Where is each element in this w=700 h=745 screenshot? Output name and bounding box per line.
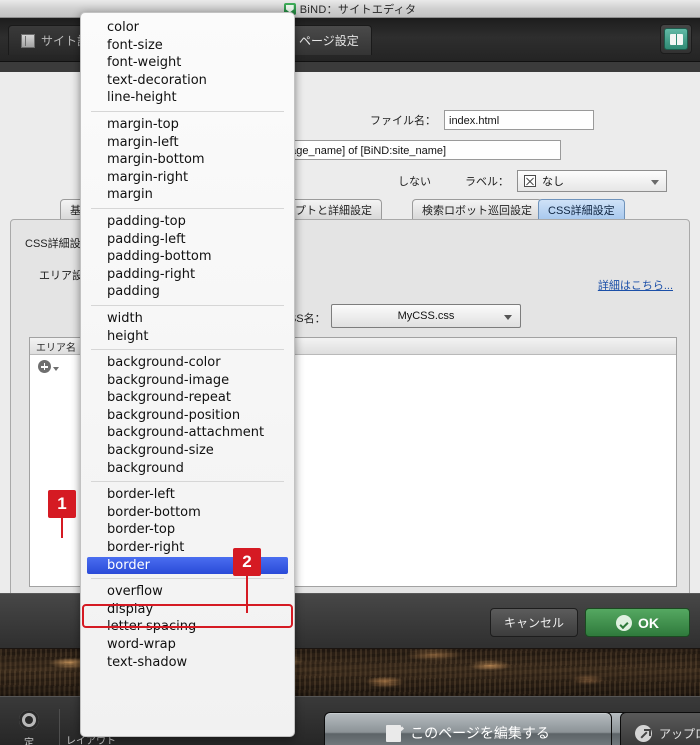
file-name-row: ファイル名： index.html [370,110,594,130]
label-field-label: ラベル： [465,176,509,188]
shared-css-value: MyCSS.css [397,310,455,322]
page-title-input[interactable]: [page_name] of [BiND:site_name] [276,140,561,160]
subtab-robot-label: 検索ロボット巡回設定 [422,204,532,217]
menu-item-border-right[interactable]: border-right [81,539,294,557]
menu-item-padding-left[interactable]: padding-left [81,231,294,249]
upload-icon [635,724,652,742]
callout-2: 2 [233,548,261,576]
detail-link[interactable]: 詳細はこちら... [598,277,673,293]
subtab-css-label: CSS詳細設定 [548,204,615,217]
menu-item-font-size[interactable]: font-size [81,37,294,55]
menu-item-background-image[interactable]: background-image [81,372,294,390]
menu-divider [91,110,284,112]
menu-item-word-wrap[interactable]: word-wrap [81,636,294,654]
ok-button[interactable]: OK [585,608,690,637]
menu-divider [91,481,284,483]
menu-item-overflow[interactable]: overflow [81,583,294,601]
toolbar-divider [59,709,60,745]
css-property-menu[interactable]: color font-size font-weight text-decoration… [80,12,295,737]
menu-item-border-bottom[interactable]: border-bottom [81,504,294,522]
label-select[interactable]: なし [517,170,667,192]
menu-item-padding-top[interactable]: padding-top [81,213,294,231]
menu-item-text-decoration[interactable]: text-decoration [81,72,294,90]
edit-page-button[interactable]: このページを編集する [324,712,612,745]
menu-item-background-color[interactable]: background-color [81,354,294,372]
plus-circle-icon[interactable] [38,360,51,373]
menu-item-background-attachment[interactable]: background-attachment [81,424,294,442]
menu-divider [91,207,284,209]
window-title: BiND：サイトエディタ [299,3,417,16]
menu-item-padding-bottom[interactable]: padding-bottom [81,248,294,266]
menu-divider [91,578,284,580]
menu-item-margin-right[interactable]: margin-right [81,169,294,187]
edit-document-icon [386,724,402,742]
menu-item-background-size[interactable]: background-size [81,442,294,460]
edit-page-label: このページを編集する [410,725,550,741]
shared-css-select[interactable]: MyCSS.css [331,304,521,328]
nav-not-label: しない [398,176,431,188]
menu-item-height[interactable]: height [81,328,294,346]
menu-divider [91,349,284,351]
selected-item-highlight-ring [82,604,293,628]
callout-1: 1 [48,490,76,518]
no-label-icon [524,175,536,187]
chevron-down-icon [651,180,659,185]
menu-item-margin[interactable]: margin [81,186,294,204]
label-row: しない ラベル： なし [398,170,667,192]
cancel-button[interactable]: キャンセル [490,608,578,637]
tab-page-settings-label: ページ設定 [299,34,359,48]
check-circle-icon [616,614,632,631]
manual-button[interactable] [660,24,692,54]
menu-item-font-weight[interactable]: font-weight [81,54,294,72]
callout-leader-1 [61,516,63,538]
chevron-down-icon [504,315,512,320]
tab-page-settings[interactable]: ページ設定 [286,25,372,55]
menu-item-width[interactable]: width [81,310,294,328]
menu-item-background-repeat[interactable]: background-repeat [81,389,294,407]
menu-item-border-left[interactable]: border-left [81,486,294,504]
menu-item-border-top[interactable]: border-top [81,521,294,539]
file-name-label: ファイル名： [370,115,436,127]
chevron-down-icon[interactable] [53,367,59,371]
menu-item-color[interactable]: color [81,19,294,37]
menu-item-margin-bottom[interactable]: margin-bottom [81,151,294,169]
book-icon [21,33,35,48]
menu-item-background-position[interactable]: background-position [81,407,294,425]
label-select-value: なし [542,176,564,188]
menu-item-padding-right[interactable]: padding-right [81,266,294,284]
callout-leader-2 [246,574,248,613]
ok-button-label: OK [638,614,659,631]
app-window: BiND：サイトエディタ サイト設定 テーマ・カラー設定 ページ設定 [0,0,700,745]
page-title-row: [page_name] of [BiND:site_name] [276,140,561,160]
toolbar-item-settings[interactable]: 定 [0,702,58,745]
subtab-css[interactable]: CSS詳細設定 [538,199,625,219]
subtab-robot[interactable]: 検索ロボット巡回設定 [412,199,542,219]
upload-button[interactable]: アップロ [620,712,700,745]
menu-item-background[interactable]: background [81,460,294,478]
book-open-icon [664,28,688,50]
menu-divider [91,304,284,306]
menu-item-padding[interactable]: padding [81,283,294,301]
menu-item-margin-left[interactable]: margin-left [81,134,294,152]
file-name-input[interactable]: index.html [444,110,594,130]
menu-item-margin-top[interactable]: margin-top [81,116,294,134]
gear-icon [19,709,39,730]
menu-item-line-height[interactable]: line-height [81,89,294,107]
toolbar-item-settings-label: 定 [24,737,34,745]
upload-label: アップロ [659,726,700,741]
menu-item-text-shadow[interactable]: text-shadow [81,654,294,672]
